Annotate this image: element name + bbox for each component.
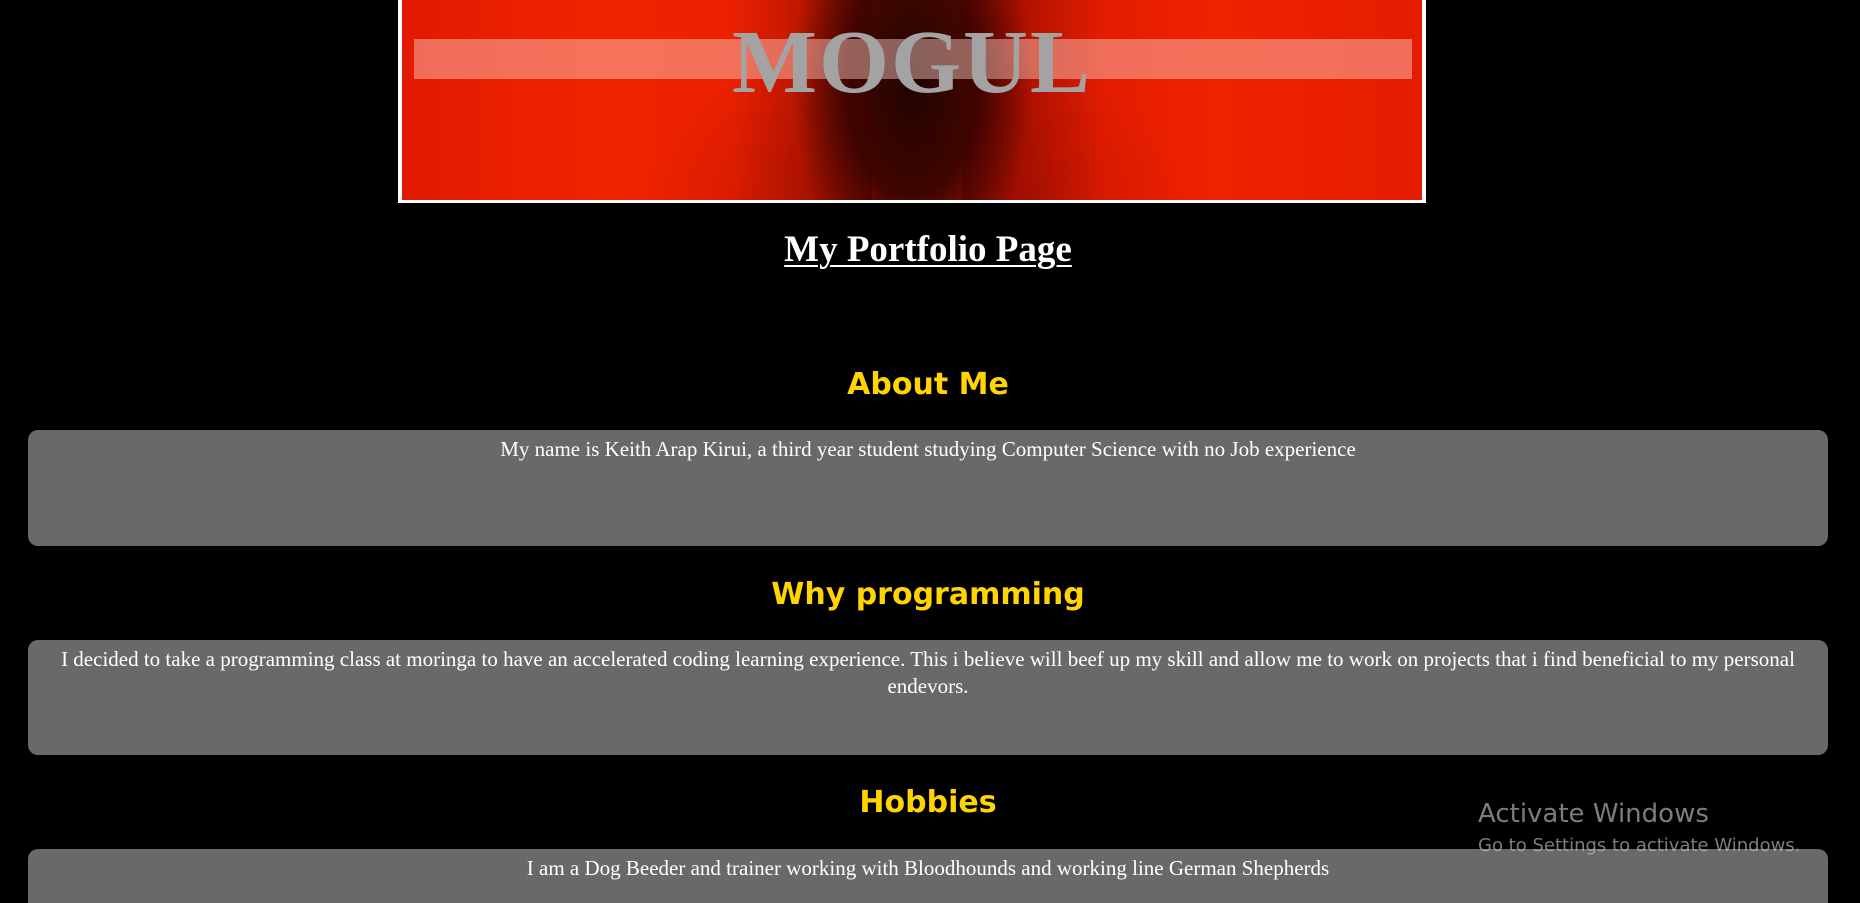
banner-image: MOGUL [402, 0, 1422, 200]
about-me-box: My name is Keith Arap Kirui, a third yea… [28, 430, 1828, 546]
hobbies-text: I am a Dog Beeder and trainer working wi… [526, 856, 1330, 880]
page-title: My Portfolio Page [784, 229, 1072, 270]
hobbies-heading: Hobbies [859, 785, 997, 820]
why-programming-heading: Why programming [771, 577, 1085, 612]
about-me-text: My name is Keith Arap Kirui, a third yea… [500, 437, 1356, 461]
banner-title: MOGUL [732, 13, 1092, 112]
banner: MOGUL [398, 0, 1426, 203]
why-programming-box: I decided to take a programming class at… [28, 640, 1828, 755]
about-me-heading: About Me [847, 367, 1009, 402]
hobbies-box: I am a Dog Beeder and trainer working wi… [28, 849, 1828, 903]
why-programming-text: I decided to take a programming class at… [61, 647, 1795, 698]
